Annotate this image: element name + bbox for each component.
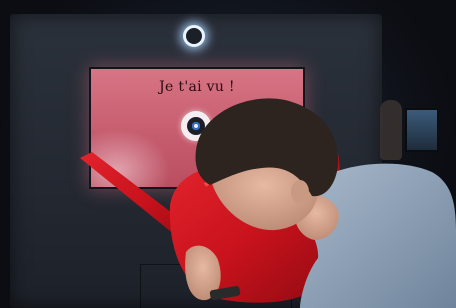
- photo-scene: Je t'ai vu !: [0, 0, 456, 308]
- ear: [291, 180, 309, 204]
- foreground-illustration: [80, 98, 456, 308]
